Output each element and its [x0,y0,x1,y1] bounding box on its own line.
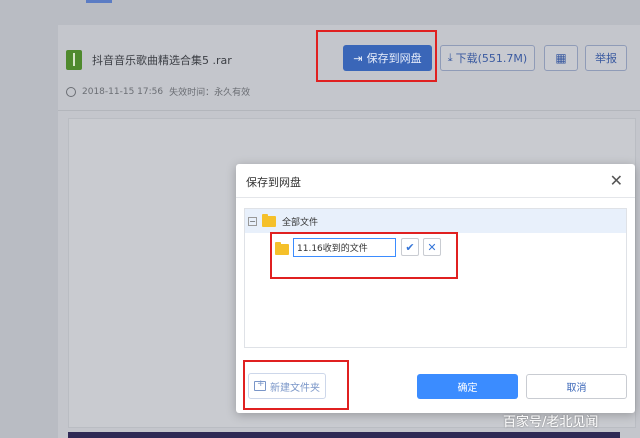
tree-root-row[interactable]: − 全部文件 [245,209,626,233]
highlight-box-input [270,232,458,279]
cancel-button[interactable]: 取消 [526,374,627,399]
report-label: 举报 [595,52,617,65]
dialog-title: 保存到网盘 [246,176,301,189]
cancel-label: 取消 [566,383,587,394]
close-icon[interactable]: ✕ [610,171,623,191]
highlight-box-save [316,30,437,82]
bottom-banner [68,432,620,438]
download-label: 下载(551.7M) [455,52,528,65]
expiry-label: 失效时间： [169,88,215,98]
clock-icon [66,86,76,97]
file-name: 抖音音乐歌曲精选合集5 .rar [92,54,232,67]
divider [58,110,640,111]
download-icon: ⤓ [447,51,453,64]
collapse-icon[interactable]: − [248,217,257,226]
tree-root-label: 全部文件 [282,218,319,228]
active-tab-indicator [86,0,112,3]
confirm-label: 确定 [457,383,478,394]
archive-file-icon [66,50,82,70]
expiry-value: 永久有效 [214,88,251,98]
highlight-box-new-folder [243,360,349,410]
download-button[interactable]: ⤓ 下载(551.7M) [440,45,535,71]
dialog-header: 保存到网盘 ✕ [236,164,635,198]
report-button[interactable]: 举报 [585,45,627,71]
folder-icon [262,214,276,227]
qr-code-button[interactable]: ▦ [544,45,578,71]
confirm-button[interactable]: 确定 [417,374,518,399]
watermark: 百家号/老北见闻 [503,415,599,430]
file-date: 2018-11-15 17:56 [82,86,164,97]
qr-code-icon: ▦ [555,51,567,65]
file-meta: 2018-11-15 17:56 失效时间： 永久有效 [66,85,250,98]
